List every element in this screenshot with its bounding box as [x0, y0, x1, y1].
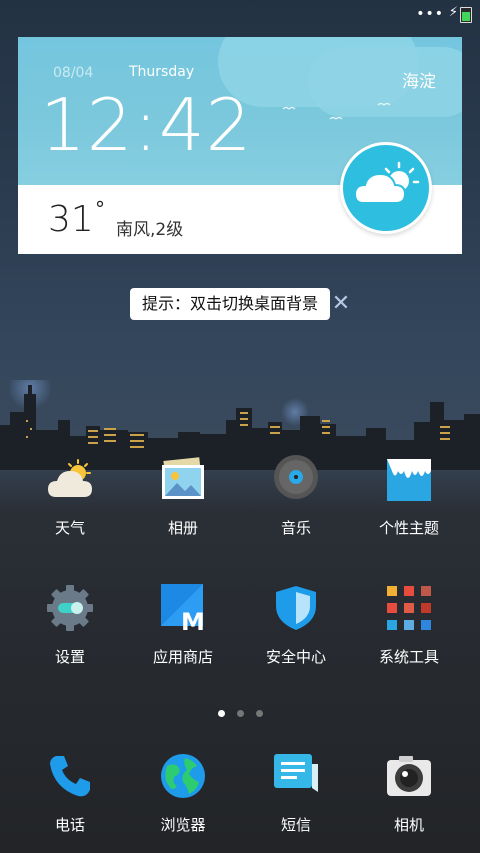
- dock-messages[interactable]: 短信: [241, 752, 351, 848]
- page-dot[interactable]: [255, 710, 263, 717]
- app-music[interactable]: 音乐: [241, 455, 351, 551]
- app-label: 相机: [393, 816, 424, 834]
- weather-widget[interactable]: 08/04 Thursday 海淀 12:42 31 ° 南风,2级: [18, 37, 462, 254]
- camera-icon: [387, 756, 431, 796]
- app-label: 电话: [54, 816, 85, 834]
- security-icon: [276, 586, 316, 630]
- notification-dots: •••: [416, 6, 444, 22]
- app-gallery[interactable]: 相册: [128, 455, 238, 551]
- wind-info: 南风,2级: [116, 220, 184, 240]
- gallery-icon: [162, 457, 204, 499]
- page-indicator: [0, 702, 480, 721]
- status-bar: ••• ⚡: [0, 0, 480, 28]
- app-label: 短信: [280, 816, 311, 834]
- app-weather[interactable]: 天气: [15, 455, 125, 551]
- widget-location[interactable]: 海淀: [402, 67, 436, 92]
- theme-icon: [387, 459, 431, 501]
- app-label: 设置: [54, 648, 85, 666]
- app-system-tools[interactable]: 系统工具: [354, 584, 464, 680]
- dock-camera[interactable]: 相机: [354, 752, 464, 848]
- app-settings[interactable]: 设置: [15, 584, 125, 680]
- app-label: 应用商店: [152, 648, 213, 666]
- degree-symbol: °: [95, 197, 105, 221]
- partly-cloudy-icon: [340, 142, 432, 234]
- app-label: 个性主题: [378, 519, 439, 537]
- birds-icon: [282, 102, 391, 120]
- wallpaper-hint[interactable]: 提示：双击切换桌面背景: [130, 288, 330, 320]
- page-dot[interactable]: [236, 710, 244, 717]
- widget-weekday: Thursday: [129, 64, 195, 80]
- phone-icon: [50, 756, 90, 797]
- app-store-icon: M: [161, 584, 205, 632]
- settings-icon: [47, 585, 93, 631]
- app-label: 安全中心: [265, 648, 326, 666]
- dock-phone[interactable]: 电话: [15, 752, 125, 848]
- close-icon[interactable]: ✕: [331, 288, 351, 320]
- widget-date: 08/04: [53, 65, 94, 81]
- app-label: 音乐: [280, 519, 311, 537]
- app-theme[interactable]: 个性主题: [354, 455, 464, 551]
- app-label: 相册: [167, 519, 198, 537]
- app-security[interactable]: 安全中心: [241, 584, 351, 680]
- page-dot[interactable]: [217, 710, 225, 717]
- svg-text:M: M: [181, 608, 205, 632]
- widget-clock[interactable]: 12:42: [40, 83, 253, 167]
- dock-browser[interactable]: 浏览器: [128, 752, 238, 848]
- messages-icon: [274, 754, 318, 792]
- app-label: 系统工具: [378, 648, 439, 666]
- browser-icon: [161, 754, 205, 798]
- weather-icon: [48, 459, 92, 497]
- temperature: 31: [48, 199, 94, 240]
- app-label: 浏览器: [160, 816, 206, 834]
- bolt-icon: ⚡: [448, 5, 458, 20]
- app-store[interactable]: M 应用商店: [128, 584, 238, 680]
- battery-icon: [460, 7, 472, 23]
- app-label: 天气: [54, 519, 85, 537]
- system-tools-icon: [387, 586, 431, 630]
- music-icon: [274, 455, 318, 499]
